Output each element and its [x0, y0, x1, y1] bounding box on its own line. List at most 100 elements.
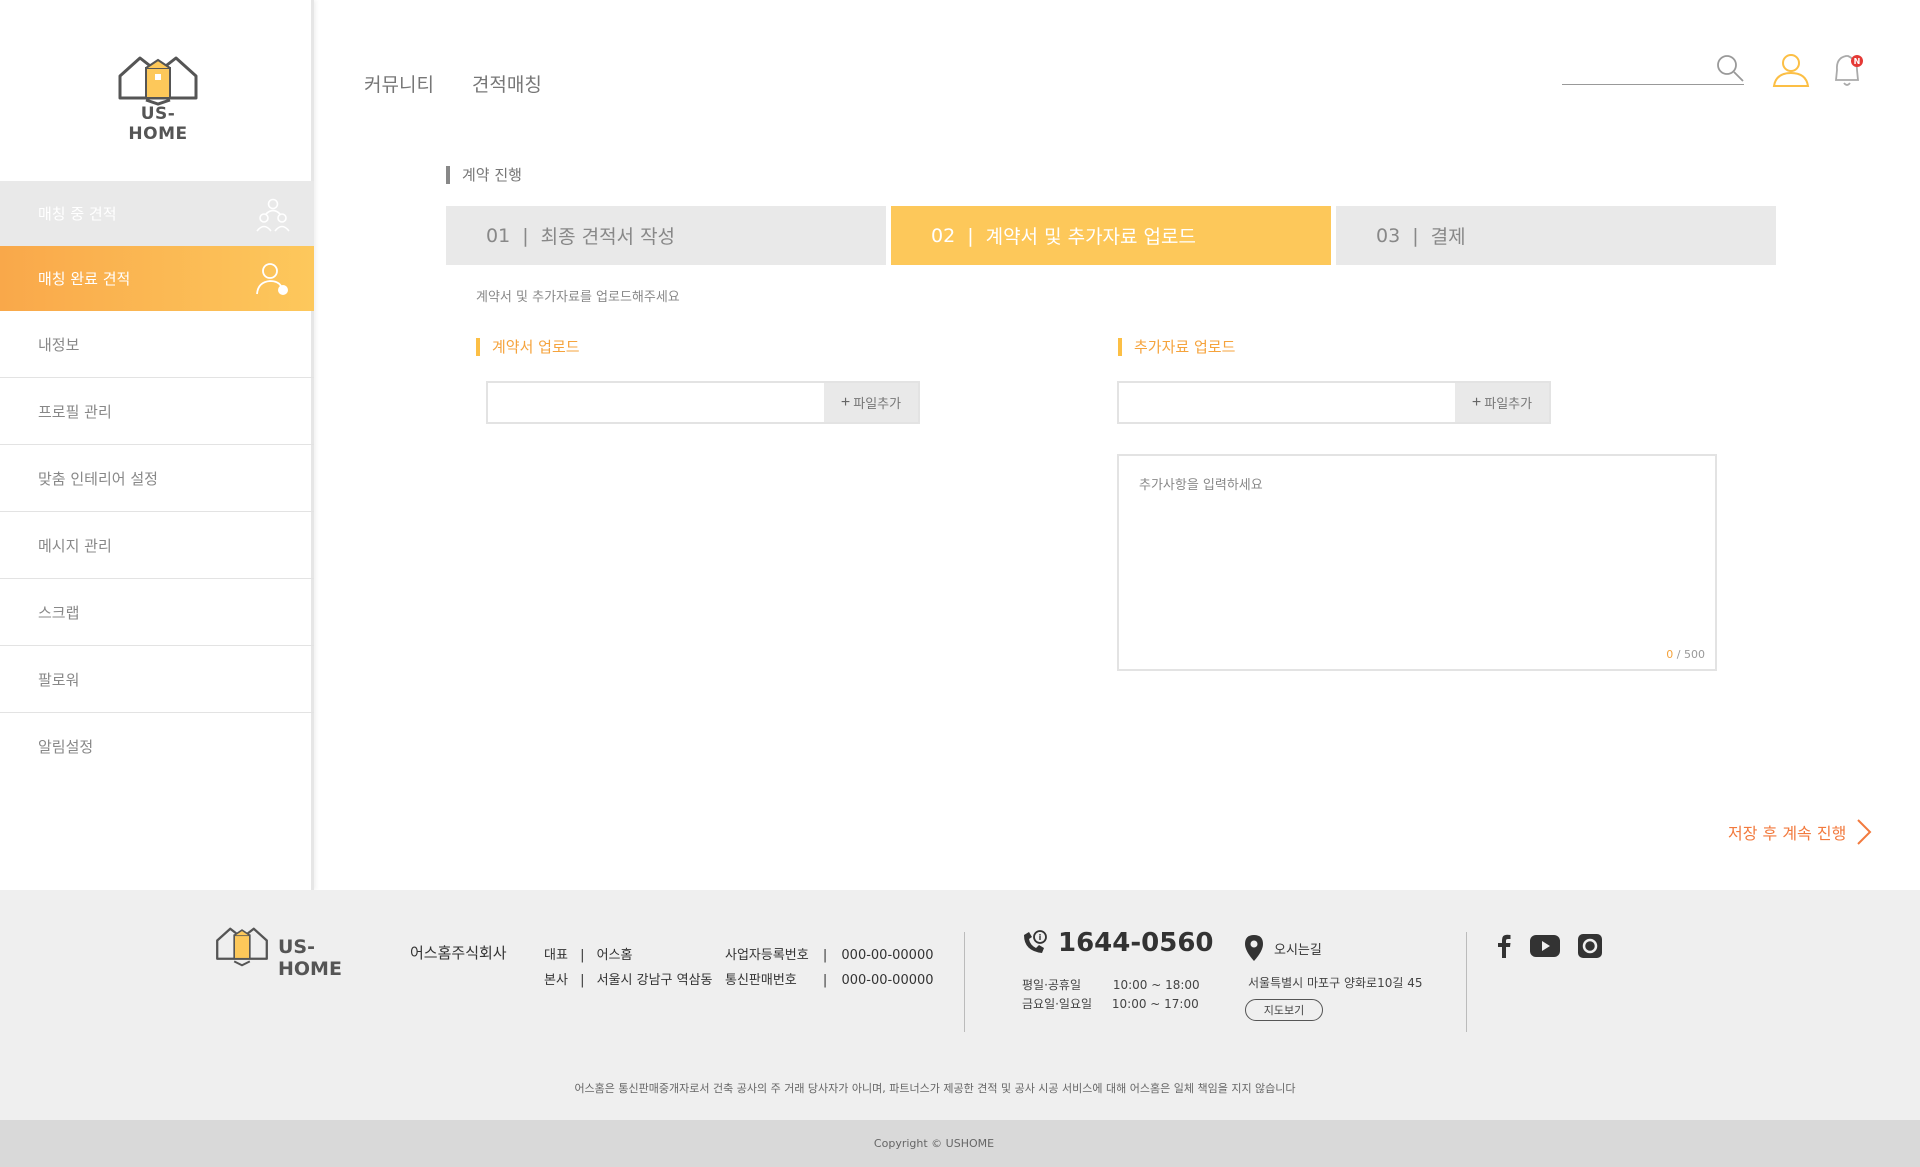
hours-weekday: 평일·공휴일 10:00 ~ 18:00: [1022, 976, 1200, 993]
search-input[interactable]: [1562, 84, 1744, 85]
sidebar-item-interior-settings[interactable]: 맞춤 인테리어 설정: [0, 445, 314, 512]
biz-label: 사업자등록번호: [725, 948, 809, 963]
hours-value: 10:00 ~ 17:00: [1111, 997, 1199, 1011]
sidebar-menu: 매칭 중 견적 매칭 완료 견적 내정보 프로필 관리 맞춤 인테리어 설정 메…: [0, 181, 314, 780]
step-3: 03 | 결제: [1336, 206, 1776, 265]
biz-number: 사업자등록번호 | 000-00-00000: [725, 944, 934, 963]
house-logo-icon: [216, 927, 268, 967]
nav-community[interactable]: 커뮤니티: [364, 70, 434, 97]
hq-info: 본사 | 서울시 강남구 역삼동: [544, 969, 713, 988]
nav-quote-matching[interactable]: 견적매칭: [472, 70, 542, 97]
save-and-continue-button[interactable]: 저장 후 계속 진행: [1728, 818, 1872, 846]
company-name: 어스홈주식회사: [410, 944, 507, 962]
sidebar-item-label: 매칭 완료 견적: [38, 270, 131, 288]
address: 서울특별시 마포구 양화로10길 45: [1248, 976, 1423, 990]
sidebar-item-label: 팔로워: [38, 670, 80, 689]
disclaimer: 어스홈은 통신판매중개자로서 건축 공사의 주 거래 당사자가 아니며, 파트너…: [574, 1082, 1296, 1095]
rep-info: 대표 | 어스홈: [544, 944, 632, 963]
hours-value: 10:00 ~ 18:00: [1112, 978, 1200, 992]
hours-weekend: 금요일·일요일 10:00 ~ 17:00: [1022, 995, 1199, 1012]
step-number: 02: [931, 224, 956, 247]
plus-icon: +: [1471, 393, 1482, 411]
rep-value: 어스홈: [596, 948, 633, 963]
mail-value: 000-00-00000: [841, 973, 934, 988]
map-pin-icon: [1245, 935, 1263, 961]
facebook-icon[interactable]: [1496, 934, 1512, 958]
sidebar-item-label: 맞춤 인테리어 설정: [38, 469, 158, 488]
sidebar-item-label: 메시지 관리: [38, 536, 112, 555]
instagram-icon[interactable]: [1578, 934, 1602, 958]
extra-file-field[interactable]: + 파일추가: [1117, 381, 1551, 424]
extra-upload-title: 추가자료 업로드: [1118, 338, 1235, 356]
sidebar-item-matched[interactable]: 매칭 완료 견적: [0, 246, 314, 311]
brand-logo[interactable]: US-HOME: [112, 54, 204, 144]
char-max: / 500: [1676, 648, 1705, 661]
plus-icon: +: [840, 393, 851, 411]
sidebar-item-label: 매칭 중 견적: [38, 205, 117, 223]
contract-file-field[interactable]: + 파일추가: [486, 381, 920, 424]
add-file-label: 파일추가: [1484, 396, 1533, 411]
house-logo-icon: [118, 56, 198, 106]
contract-upload-title: 계약서 업로드: [476, 338, 580, 356]
step-1: 01 | 최종 견적서 작성: [446, 206, 886, 265]
footer-logo-text: US-HOME: [278, 936, 342, 980]
char-count: 0: [1666, 648, 1674, 661]
add-file-label: 파일추가: [853, 396, 902, 411]
phone-icon: i: [1024, 930, 1047, 953]
separator: |: [580, 973, 585, 988]
upload-hint: 계약서 및 추가자료를 업로드해주세요: [476, 290, 680, 305]
sidebar-item-followers[interactable]: 팔로워: [0, 646, 314, 713]
logo-text: US-HOME: [128, 104, 188, 144]
contract-add-file-button[interactable]: + 파일추가: [824, 383, 918, 422]
copyright: Copyright © USHOME: [0, 1120, 1920, 1167]
location: 오시는길: [1244, 934, 1322, 962]
svg-text:i: i: [1039, 933, 1042, 942]
step-label: 결제: [1430, 226, 1466, 248]
sidebar-item-matching[interactable]: 매칭 중 견적: [0, 181, 314, 246]
user-check-icon: [256, 263, 288, 295]
phone-number: 1644-0560: [1058, 928, 1214, 958]
view-map-button[interactable]: 지도보기: [1245, 999, 1323, 1021]
step-number: 03: [1376, 224, 1401, 247]
mail-label: 통신판매번호: [725, 973, 797, 988]
search-icon[interactable]: [1716, 54, 1744, 82]
step-number: 01: [486, 224, 511, 247]
youtube-icon[interactable]: [1530, 935, 1560, 957]
progress-steps: 01 | 최종 견적서 작성 02 | 계약서 및 추가자료 업로드 03 | …: [446, 206, 1776, 265]
section-title: 계약 진행: [446, 166, 522, 184]
sidebar-item-messages[interactable]: 메시지 관리: [0, 512, 314, 579]
bell-icon[interactable]: N: [1832, 52, 1864, 88]
sidebar-item-notification-settings[interactable]: 알림설정: [0, 713, 314, 780]
phone: i 1644-0560: [1020, 928, 1214, 958]
sidebar-item-profile[interactable]: 프로필 관리: [0, 378, 314, 445]
footer: US-HOME 어스홈주식회사 대표 | 어스홈 본사 | 서울시 강남구 역삼…: [0, 890, 1920, 1120]
sidebar-item-label: 내정보: [38, 335, 80, 354]
hours-label: 금요일·일요일: [1022, 997, 1093, 1011]
social-links: [1496, 934, 1602, 958]
sidebar-item-label: 스크랩: [38, 603, 80, 622]
step-label: 최종 견적서 작성: [540, 226, 676, 248]
char-counter: 0 / 500: [1666, 648, 1705, 661]
sidebar-item-myinfo[interactable]: 내정보: [0, 311, 314, 378]
step-2: 02 | 계약서 및 추가자료 업로드: [891, 206, 1331, 265]
user-icon[interactable]: [1772, 52, 1810, 88]
hq-value: 서울시 강남구 역삼동: [596, 973, 713, 988]
sidebar-item-scrap[interactable]: 스크랩: [0, 579, 314, 646]
divider: [964, 932, 965, 1032]
separator: |: [822, 973, 828, 988]
notes-box: 0 / 500: [1117, 454, 1717, 671]
sidebar-item-label: 알림설정: [38, 738, 94, 756]
separator: |: [580, 948, 585, 963]
footer-logo[interactable]: US-HOME: [212, 926, 372, 980]
top-nav: 커뮤니티 견적매칭: [364, 70, 542, 97]
group-icon: [256, 198, 290, 232]
hours-label: 평일·공휴일: [1022, 978, 1082, 992]
step-separator: |: [522, 224, 529, 247]
biz-value: 000-00-00000: [841, 948, 934, 963]
step-separator: |: [967, 224, 974, 247]
extra-add-file-button[interactable]: + 파일추가: [1455, 383, 1549, 422]
notification-badge: N: [1854, 57, 1861, 66]
notes-textarea[interactable]: [1119, 456, 1715, 669]
save-and-continue-label: 저장 후 계속 진행: [1728, 824, 1847, 843]
step-separator: |: [1412, 224, 1419, 247]
